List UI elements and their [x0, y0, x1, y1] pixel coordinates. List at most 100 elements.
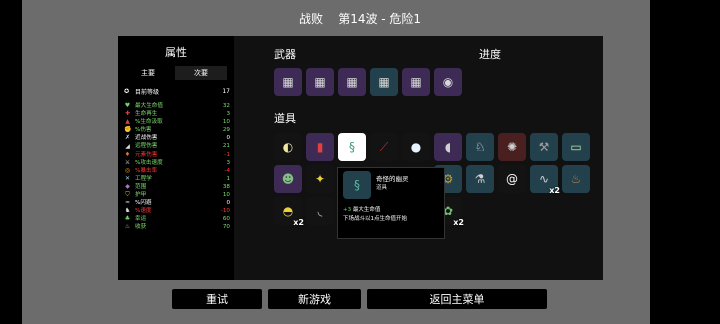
bird-icon[interactable]: ✦	[306, 165, 334, 193]
ghost-icon[interactable]: §	[338, 133, 366, 161]
stat-value: 1	[226, 175, 230, 182]
poop-icon[interactable]: ♨	[562, 165, 590, 193]
stat-label: 最大生命值	[135, 103, 163, 109]
stat-value: 29	[222, 127, 230, 134]
fist-icon: ✊	[124, 126, 132, 134]
dodge-icon: ≈	[124, 199, 131, 207]
stat-value: 70	[222, 224, 230, 231]
ghost-icon: §	[343, 171, 371, 199]
item-tooltip: § 奇怪的幽灵 道具 +3 最大生命值 下场战斗以1点生命值开始	[337, 167, 445, 239]
screen-edge-right	[650, 0, 720, 324]
minigun-icon[interactable]: ▦	[370, 68, 398, 96]
harvest-icon: ♨	[124, 223, 131, 231]
eye-icon[interactable]: ✺	[498, 133, 526, 161]
tooltip-item-type: 道具	[376, 185, 388, 191]
rifle-icon[interactable]: ⟋	[370, 133, 398, 161]
level-label: 目前等级	[135, 89, 160, 96]
progress-title: 进度	[479, 48, 501, 61]
stats-list: ♥ 最大生命值 32 ✚ 生命再生 3 ▲ %生命汲取 10 ✊ %伤害 29 ✗ 近战伤害 0 ◢ 远程伤害 2…	[124, 102, 230, 232]
stat-row: ✚ 生命再生 3	[124, 110, 230, 118]
weapons-title: 武器	[274, 48, 296, 61]
stat-label: 工程学	[135, 175, 152, 182]
minigun-icon[interactable]: ▦	[306, 68, 334, 96]
stat-row: ≈ %闪避 0	[124, 199, 230, 207]
tooltip-effect-label: 最大生命值	[352, 207, 381, 213]
rabbit-icon[interactable]: ♘	[466, 133, 494, 161]
flame-icon: ♦	[124, 150, 131, 158]
stat-value: -4	[224, 167, 230, 174]
tooltip-item-name: 奇怪的幽灵	[376, 175, 409, 183]
snail-icon[interactable]: @	[498, 165, 526, 193]
main-menu-button[interactable]: 返回主菜单	[367, 289, 547, 309]
stat-value: 0	[226, 135, 230, 142]
stat-row: ♦ 元素伤害 -1	[124, 151, 230, 159]
tooltip-effect-value: +3	[343, 207, 352, 213]
alien-icon[interactable]: ☻	[274, 165, 302, 193]
gun-icon: ◢	[125, 142, 130, 150]
stat-label: %生命汲取	[135, 119, 163, 126]
screen-edge-left	[0, 0, 22, 324]
stat-row: ♞ %速度 -10	[124, 207, 230, 215]
clover-icon: ♣	[124, 215, 131, 223]
stat-row: ✕ 工程学 1	[124, 175, 230, 183]
gatling-icon[interactable]: ◉	[434, 68, 462, 96]
items-title: 道具	[274, 112, 296, 125]
stat-row: ◆ 范围 38	[124, 183, 230, 191]
stat-label: 范围	[135, 183, 147, 190]
level-value: 17	[222, 88, 230, 95]
cart-icon[interactable]: ⚒	[530, 133, 558, 161]
stat-row: ▲ %生命汲取 10	[124, 118, 230, 126]
attack-speed-icon: ⚔	[124, 158, 131, 166]
duck-icon[interactable]: ◓ x2	[274, 197, 304, 227]
stat-value: 0	[226, 200, 230, 207]
stat-label: 幸运	[135, 216, 147, 223]
claw-icon[interactable]: ◟	[306, 197, 334, 225]
minigun-icon[interactable]: ▦	[274, 68, 302, 96]
retry-button[interactable]: 重试	[172, 289, 262, 309]
item-count: x2	[549, 186, 560, 195]
egg-icon[interactable]: ◐	[274, 133, 302, 161]
new-game-button[interactable]: 新游戏	[268, 289, 361, 309]
stat-label: %攻击速度	[135, 159, 163, 166]
bottle-icon[interactable]: ◖	[434, 133, 462, 161]
potion-icon[interactable]: ⚗	[466, 165, 494, 193]
minigun-icon[interactable]: ▦	[338, 68, 366, 96]
stat-value: -10	[220, 208, 230, 215]
stat-row: ✗ 近战伤害 0	[124, 134, 230, 142]
tab-secondary[interactable]: 次要	[175, 66, 227, 80]
stat-row: ♨ 收获 70	[124, 223, 230, 231]
stat-label: 元素伤害	[135, 151, 158, 158]
level-row: ✪ 目前等级 17	[124, 87, 230, 96]
stat-row: ◢ 远程伤害 21	[124, 142, 230, 150]
fuel-can-icon[interactable]: ▮	[306, 133, 334, 161]
stat-value: 60	[222, 216, 230, 223]
stat-row: ♥ 最大生命值 32	[124, 102, 230, 110]
stat-row: ✊ %伤害 29	[124, 126, 230, 134]
vampire-icon: ▲	[125, 118, 130, 126]
cross-icon: ✚	[124, 110, 131, 118]
stat-label: 近战伤害	[135, 135, 158, 142]
tooltip-description: 下场战斗以1点生命值开始	[343, 216, 408, 222]
worm-icon[interactable]: ∿ x2	[530, 165, 560, 195]
stats-title: 属性	[165, 46, 187, 59]
stat-value: -1	[224, 151, 230, 158]
snowball-icon[interactable]: ●	[402, 133, 430, 161]
stat-row: ♣ 幸运 60	[124, 215, 230, 223]
tab-primary[interactable]: 主要	[122, 66, 174, 80]
stat-label: %速度	[135, 208, 152, 215]
shield-icon: ⛉	[125, 191, 130, 199]
battery-icon[interactable]: ▭	[562, 133, 590, 161]
stat-label: %伤害	[135, 127, 152, 134]
stat-label: %闪避	[135, 200, 152, 207]
stat-label: %暴击率	[135, 167, 158, 174]
tooltip-effect: +3 最大生命值	[343, 205, 380, 213]
stat-row: ⚔ %攻击速度 3	[124, 159, 230, 167]
item-count: x2	[453, 218, 464, 227]
crit-icon: ◎	[124, 166, 131, 174]
level-icon: ✪	[124, 88, 130, 95]
stat-row: ⛉ 护甲 10	[124, 191, 230, 199]
stat-value: 10	[222, 119, 230, 126]
stat-value: 38	[222, 183, 230, 190]
minigun-icon[interactable]: ▦	[402, 68, 430, 96]
stat-value: 32	[222, 103, 230, 109]
